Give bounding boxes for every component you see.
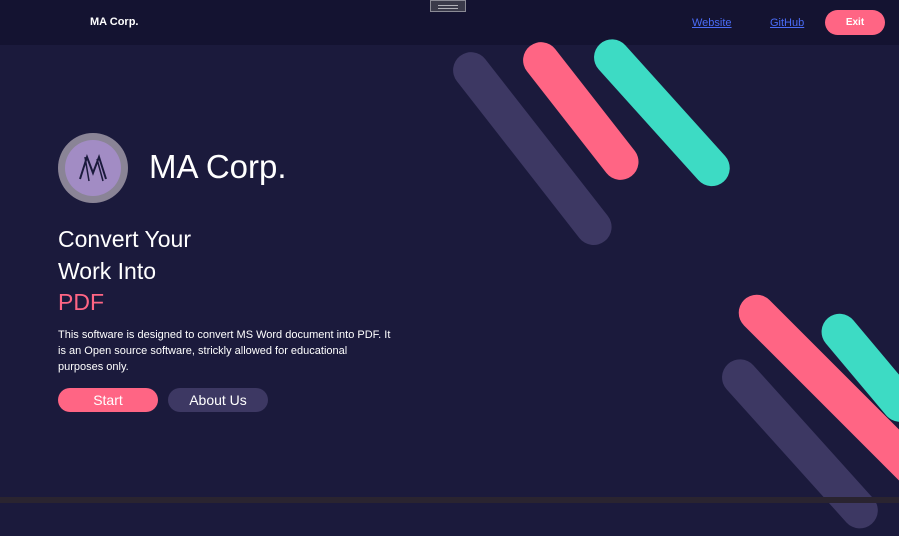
logo-inner [65,140,121,196]
company-logo [58,133,128,203]
logo-monogram-icon [79,153,107,182]
github-link[interactable]: GitHub [770,17,804,29]
top-navbar: MA Corp. Website GitHub Exit [0,0,899,45]
website-link[interactable]: Website [692,17,732,29]
headline-line-1: Convert Your [58,226,191,252]
headline-line-2: Work Into [58,257,156,284]
start-button[interactable]: Start [58,388,158,412]
headline: Convert Your Work Into PDF [58,224,191,319]
page-title: MA Corp. [149,148,287,185]
navbar-brand[interactable]: MA Corp. [90,16,138,28]
headline-accent: PDF [58,289,104,315]
window-bottom-edge [0,497,899,503]
exit-button[interactable]: Exit [825,10,885,35]
about-us-button[interactable]: About Us [168,388,268,412]
drag-handle-icon[interactable] [430,0,466,12]
description-text: This software is designed to convert MS … [58,329,391,373]
